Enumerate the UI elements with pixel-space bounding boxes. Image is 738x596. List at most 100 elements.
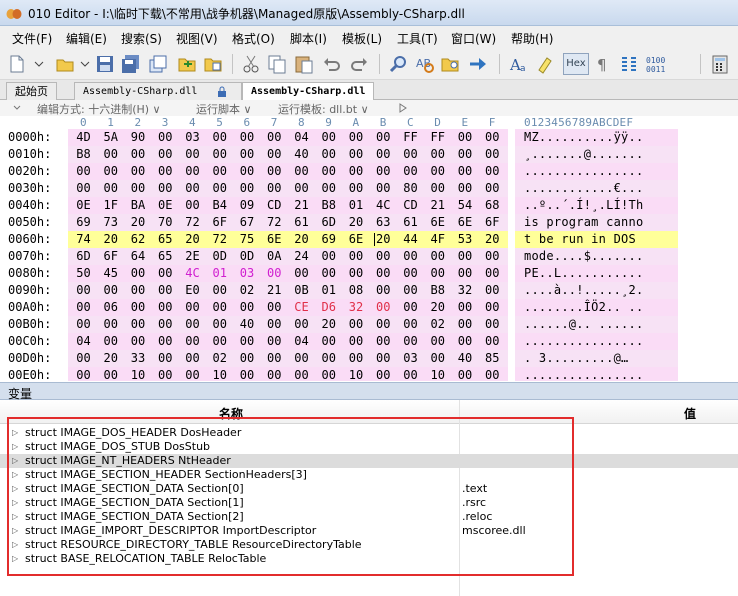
hex-byte[interactable]: 00 [343, 248, 370, 265]
hex-byte[interactable]: 73 [97, 214, 124, 231]
hex-byte[interactable]: 00 [97, 333, 124, 350]
hex-byte[interactable]: 00 [261, 146, 288, 163]
hex-byte[interactable]: 00 [370, 333, 397, 350]
hex-byte[interactable]: 0E [152, 197, 179, 214]
hex-byte[interactable]: 00 [152, 129, 179, 146]
hex-byte[interactable]: 00 [479, 333, 506, 350]
hex-byte[interactable]: 00 [452, 265, 479, 282]
hex-byte[interactable]: 6E [343, 231, 370, 248]
hex-byte[interactable]: 00 [315, 350, 342, 367]
hex-byte[interactable]: 00 [343, 350, 370, 367]
hex-byte[interactable]: 20 [125, 214, 152, 231]
hex-ascii[interactable]: ....à..!.....¸2. [524, 282, 643, 299]
hex-byte[interactable]: 00 [397, 367, 424, 381]
hex-byte[interactable]: FF [397, 129, 424, 146]
hex-byte[interactable]: 02 [424, 316, 451, 333]
hex-byte[interactable]: 00 [152, 180, 179, 197]
menu-window[interactable]: 窗口(W) [451, 30, 496, 47]
hex-byte[interactable]: 70 [152, 214, 179, 231]
hex-byte[interactable]: 00 [424, 163, 451, 180]
hex-byte[interactable]: 00 [261, 180, 288, 197]
hex-byte[interactable]: 00 [343, 316, 370, 333]
save-all-icon[interactable] [120, 53, 142, 75]
hex-byte[interactable]: 00 [97, 282, 124, 299]
hex-row[interactable]: 0090h: 00 00 00 00 E0 00 02 21 0B 01 08 00 00 B8 32 00..… [0, 282, 738, 299]
copy-icon[interactable] [266, 53, 288, 75]
hex-byte[interactable]: 00 [479, 282, 506, 299]
hex-byte[interactable]: 00 [370, 367, 397, 381]
hex-row[interactable]: 00A0h: 00 06 00 00 00 00 00 00 CE D6 32 00 00 20 00 00..… [0, 299, 738, 316]
hex-ascii[interactable]: ......@.. ...... [524, 316, 643, 333]
hex-byte[interactable]: 00 [261, 333, 288, 350]
menu-search[interactable]: 搜索(S) [121, 30, 162, 47]
hex-byte[interactable]: 65 [152, 248, 179, 265]
menu-file[interactable]: 文件(F) [12, 30, 52, 47]
hex-byte[interactable]: 00 [343, 146, 370, 163]
replace-icon[interactable]: AB [414, 53, 436, 75]
hex-byte[interactable]: 00 [452, 367, 479, 381]
hex-byte[interactable]: 00 [424, 265, 451, 282]
hex-row[interactable]: 0040h: 0E 1F BA 0E 00 B4 09 CD 21 B8 01 4C CD 21 54 68..… [0, 197, 738, 214]
hex-byte[interactable]: 4D [70, 129, 97, 146]
hex-byte[interactable]: 00 [288, 163, 315, 180]
find-icon[interactable] [388, 53, 410, 75]
hex-byte[interactable]: 00 [70, 282, 97, 299]
hex-byte[interactable]: 00 [70, 299, 97, 316]
goto-icon[interactable] [467, 53, 489, 75]
hex-byte[interactable]: 45 [97, 265, 124, 282]
hex-byte[interactable]: B8 [315, 197, 342, 214]
hex-byte[interactable]: 6E [424, 214, 451, 231]
dropdown-arrow-icon[interactable] [12, 103, 22, 113]
hex-byte[interactable]: 00 [70, 367, 97, 381]
hex-byte[interactable]: 00 [234, 163, 261, 180]
hex-byte[interactable]: 00 [152, 265, 179, 282]
hex-byte[interactable]: 0B [288, 282, 315, 299]
hex-byte[interactable]: 00 [288, 265, 315, 282]
hex-byte[interactable]: 21 [288, 197, 315, 214]
find-in-files-icon[interactable] [440, 53, 462, 75]
hex-byte[interactable]: 00 [234, 367, 261, 381]
menu-format[interactable]: 格式(O) [232, 30, 275, 47]
hex-byte[interactable]: 00 [125, 333, 152, 350]
hex-ascii[interactable]: t be run in DOS [524, 231, 643, 248]
binary-icon[interactable]: 01000011 [645, 53, 667, 75]
hex-byte[interactable]: 00 [397, 316, 424, 333]
hex-byte[interactable]: 00 [206, 282, 233, 299]
hex-byte[interactable]: 00 [288, 180, 315, 197]
hex-row[interactable]: 00D0h: 00 20 33 00 00 02 00 00 00 00 00 00 03 00 40 85. … [0, 350, 738, 367]
hex-byte[interactable]: 00 [397, 282, 424, 299]
hex-ascii[interactable]: ................ [524, 333, 643, 350]
hex-byte[interactable]: 62 [125, 231, 152, 248]
hex-byte[interactable]: 00 [315, 163, 342, 180]
hex-byte[interactable]: 00 [343, 180, 370, 197]
hex-byte[interactable]: 00 [343, 163, 370, 180]
menu-tools[interactable]: 工具(T) [397, 30, 438, 47]
hex-byte[interactable]: 20 [97, 231, 124, 248]
hex-byte[interactable]: 00 [315, 333, 342, 350]
hex-byte[interactable]: 54 [452, 197, 479, 214]
hex-byte[interactable]: 01 [206, 265, 233, 282]
hex-byte[interactable]: 00 [179, 146, 206, 163]
hex-byte[interactable]: 00 [152, 146, 179, 163]
hex-byte[interactable]: 40 [288, 146, 315, 163]
hex-byte[interactable]: 01 [343, 197, 370, 214]
hex-byte[interactable]: 00 [479, 367, 506, 381]
hex-byte[interactable]: 10 [343, 367, 370, 381]
hex-byte[interactable]: 00 [343, 265, 370, 282]
run-script-select[interactable]: 运行脚本 ∨ [196, 101, 252, 117]
hex-byte[interactable]: 00 [479, 129, 506, 146]
hex-byte[interactable]: 00 [397, 333, 424, 350]
hex-byte[interactable]: 00 [370, 282, 397, 299]
hex-byte[interactable]: 64 [125, 248, 152, 265]
hex-byte[interactable]: 00 [370, 350, 397, 367]
hex-byte[interactable]: 21 [424, 197, 451, 214]
tab-assembly-csharp-1[interactable]: Assembly-CSharp.dll [74, 82, 242, 100]
hex-row[interactable]: 0080h: 50 45 00 00 4C 01 03 00 00 00 00 00 00 00 00 00 PE… [0, 265, 738, 282]
hex-byte[interactable]: 00 [152, 299, 179, 316]
hex-byte[interactable]: 00 [206, 129, 233, 146]
hex-byte[interactable]: 00 [452, 180, 479, 197]
menu-help[interactable]: 帮助(H) [511, 30, 553, 47]
hex-byte[interactable]: 00 [370, 265, 397, 282]
hex-byte[interactable]: 40 [234, 316, 261, 333]
hex-byte[interactable]: 00 [288, 367, 315, 381]
